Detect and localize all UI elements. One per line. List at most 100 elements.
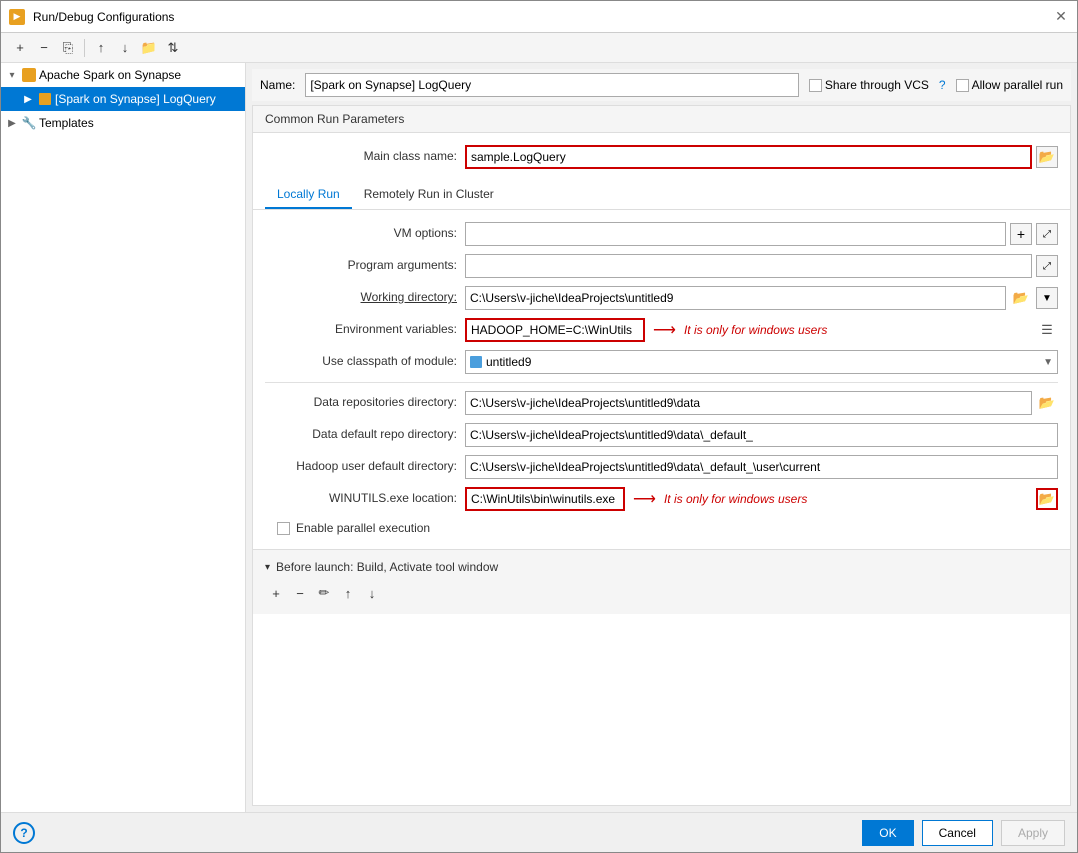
hadoop-user-field: C:\Users\v-jiche\IdeaProjects\untitled9\… — [465, 455, 1058, 479]
tree-templates-label: Templates — [39, 116, 94, 130]
hadoop-user-row: Hadoop user default directory: C:\Users\… — [265, 451, 1058, 483]
tree-child-label: [Spark on Synapse] LogQuery — [55, 92, 216, 106]
classpath-dropdown-arrow: ▼ — [1043, 357, 1053, 368]
data-default-input[interactable]: C:\Users\v-jiche\IdeaProjects\untitled9\… — [465, 423, 1058, 447]
remove-config-button[interactable]: − — [33, 37, 55, 59]
share-vcs-label: Share through VCS — [809, 78, 929, 92]
tree-child-item[interactable]: ▶ [Spark on Synapse] LogQuery — [1, 87, 245, 111]
move-down-button[interactable]: ↓ — [114, 37, 136, 59]
winutils-label: WINUTILS.exe location: — [265, 487, 465, 505]
vm-options-row: VM options: + ⤢ — [265, 218, 1058, 250]
winutils-folder-btn[interactable]: 📂 — [1036, 488, 1058, 510]
cancel-button[interactable]: Cancel — [922, 820, 993, 846]
env-vars-edit-btn[interactable]: ☰ — [1036, 319, 1058, 341]
data-default-label: Data default repo directory: — [265, 423, 465, 441]
vm-options-expand-btn2[interactable]: ⤢ — [1036, 223, 1058, 245]
before-launch-remove-btn[interactable]: − — [289, 582, 311, 604]
tree-expand-arrow[interactable]: ▾ — [5, 68, 19, 82]
parallel-exec-checkbox[interactable] — [277, 522, 290, 535]
window-title: Run/Debug Configurations — [33, 10, 1045, 24]
config-body: Common Run Parameters Main class name: 📂 — [252, 105, 1071, 806]
allow-parallel-checkbox[interactable] — [956, 79, 969, 92]
common-params-header: Common Run Parameters — [253, 106, 1070, 133]
classpath-label: Use classpath of module: — [265, 350, 465, 368]
allow-parallel-label: Allow parallel run — [956, 78, 1063, 92]
classpath-select[interactable]: untitled9 ▼ — [465, 350, 1058, 374]
main-window: ▶ Run/Debug Configurations ✕ + − ⎘ ↑ ↓ 📁… — [0, 0, 1078, 853]
apply-button[interactable]: Apply — [1001, 820, 1065, 846]
move-up-button[interactable]: ↑ — [90, 37, 112, 59]
data-repo-label: Data repositories directory: — [265, 391, 465, 409]
help-button[interactable]: ? — [13, 822, 35, 844]
vm-options-input[interactable] — [465, 222, 1006, 246]
main-content: ▾ Apache Spark on Synapse ▶ [Spark on Sy… — [1, 63, 1077, 812]
program-args-label: Program arguments: — [265, 254, 465, 272]
tree-templates-arrow[interactable]: ▶ — [5, 116, 19, 130]
before-launch-row: ▾ Before launch: Build, Activate tool wi… — [265, 556, 1058, 578]
tree-templates-item[interactable]: ▶ 🔧 Templates — [1, 111, 245, 135]
before-launch-arrow[interactable]: ▾ — [265, 562, 270, 573]
classpath-value: untitled9 — [470, 355, 531, 369]
before-launch-add-btn[interactable]: + — [265, 582, 287, 604]
env-vars-label: Environment variables: — [265, 318, 465, 336]
winutils-input[interactable]: C:\WinUtils\bin\winutils.exe — [465, 487, 625, 511]
tab-content: VM options: + ⤢ Program arguments: ⤢ — [253, 210, 1070, 549]
tabs-bar: Locally Run Remotely Run in Cluster — [253, 181, 1070, 210]
data-repo-field: C:\Users\v-jiche\IdeaProjects\untitled9\… — [465, 391, 1058, 415]
before-launch-down-btn[interactable]: ↓ — [361, 582, 383, 604]
classpath-row: Use classpath of module: untitled9 ▼ — [265, 346, 1058, 378]
working-dir-input[interactable]: C:\Users\v-jiche\IdeaProjects\untitled9 — [465, 286, 1006, 310]
working-dir-folder-btn[interactable]: 📂 — [1010, 287, 1032, 309]
ok-button[interactable]: OK — [862, 820, 913, 846]
name-input[interactable]: [Spark on Synapse] LogQuery — [305, 73, 799, 97]
main-class-folder-btn[interactable]: 📂 — [1036, 146, 1058, 168]
winutils-arrow-icon: ⟶ — [633, 489, 656, 509]
program-args-field: ⤢ — [465, 254, 1058, 278]
env-vars-row: Environment variables: HADOOP_HOME=C:\Wi… — [265, 314, 1058, 346]
classpath-field: untitled9 ▼ — [465, 350, 1058, 374]
tab-remotely-run[interactable]: Remotely Run in Cluster — [352, 181, 506, 209]
before-launch-value: Before launch: Build, Activate tool wind… — [276, 560, 498, 574]
tree-root-item[interactable]: ▾ Apache Spark on Synapse — [1, 63, 245, 87]
main-class-input[interactable] — [465, 145, 1032, 169]
data-default-field: C:\Users\v-jiche\IdeaProjects\untitled9\… — [465, 423, 1058, 447]
vcs-help-icon[interactable]: ? — [939, 78, 946, 92]
program-args-input[interactable] — [465, 254, 1032, 278]
program-args-expand-btn[interactable]: ⤢ — [1036, 255, 1058, 277]
templates-icon: 🔧 — [21, 115, 37, 131]
left-panel: ▾ Apache Spark on Synapse ▶ [Spark on Sy… — [1, 63, 246, 812]
section-divider-1 — [265, 382, 1058, 383]
sort-button[interactable]: ⇅ — [162, 37, 184, 59]
env-vars-arrow-icon: ⟶ — [653, 320, 676, 340]
footer-right: OK Cancel Apply — [862, 820, 1065, 846]
add-config-button[interactable]: + — [9, 37, 31, 59]
footer: ? OK Cancel Apply — [1, 812, 1077, 852]
close-button[interactable]: ✕ — [1053, 9, 1069, 25]
main-class-row: Main class name: 📂 — [265, 141, 1058, 173]
right-panel: Name: [Spark on Synapse] LogQuery Share … — [246, 63, 1077, 812]
main-class-area: Main class name: 📂 — [253, 133, 1070, 181]
data-repo-input[interactable]: C:\Users\v-jiche\IdeaProjects\untitled9\… — [465, 391, 1032, 415]
env-vars-input[interactable]: HADOOP_HOME=C:\WinUtils — [465, 318, 645, 342]
spark-root-icon — [21, 67, 37, 83]
app-icon: ▶ — [9, 9, 25, 25]
folder-button[interactable]: 📁 — [138, 37, 160, 59]
name-row: Name: [Spark on Synapse] LogQuery Share … — [252, 69, 1071, 101]
before-launch-up-btn[interactable]: ↑ — [337, 582, 359, 604]
hadoop-user-input[interactable]: C:\Users\v-jiche\IdeaProjects\untitled9\… — [465, 455, 1058, 479]
parallel-exec-label: Enable parallel execution — [296, 521, 430, 535]
main-class-label: Main class name: — [265, 145, 465, 163]
data-repo-row: Data repositories directory: C:\Users\v-… — [265, 387, 1058, 419]
copy-config-button[interactable]: ⎘ — [57, 37, 79, 59]
before-launch-toolbar: + − ✏ ↑ ↓ — [265, 578, 1058, 608]
before-launch-edit-btn[interactable]: ✏ — [313, 582, 335, 604]
module-icon — [470, 356, 482, 368]
title-bar: ▶ Run/Debug Configurations ✕ — [1, 1, 1077, 33]
vm-options-expand-btn[interactable]: + — [1010, 223, 1032, 245]
working-dir-expand-btn[interactable]: ▼ — [1036, 287, 1058, 309]
working-dir-label: Working directory: — [265, 286, 465, 304]
winutils-field: C:\WinUtils\bin\winutils.exe ⟶ It is onl… — [465, 487, 1058, 511]
data-repo-folder-btn[interactable]: 📂 — [1036, 392, 1058, 414]
tab-locally-run[interactable]: Locally Run — [265, 181, 352, 209]
share-vcs-checkbox[interactable] — [809, 79, 822, 92]
